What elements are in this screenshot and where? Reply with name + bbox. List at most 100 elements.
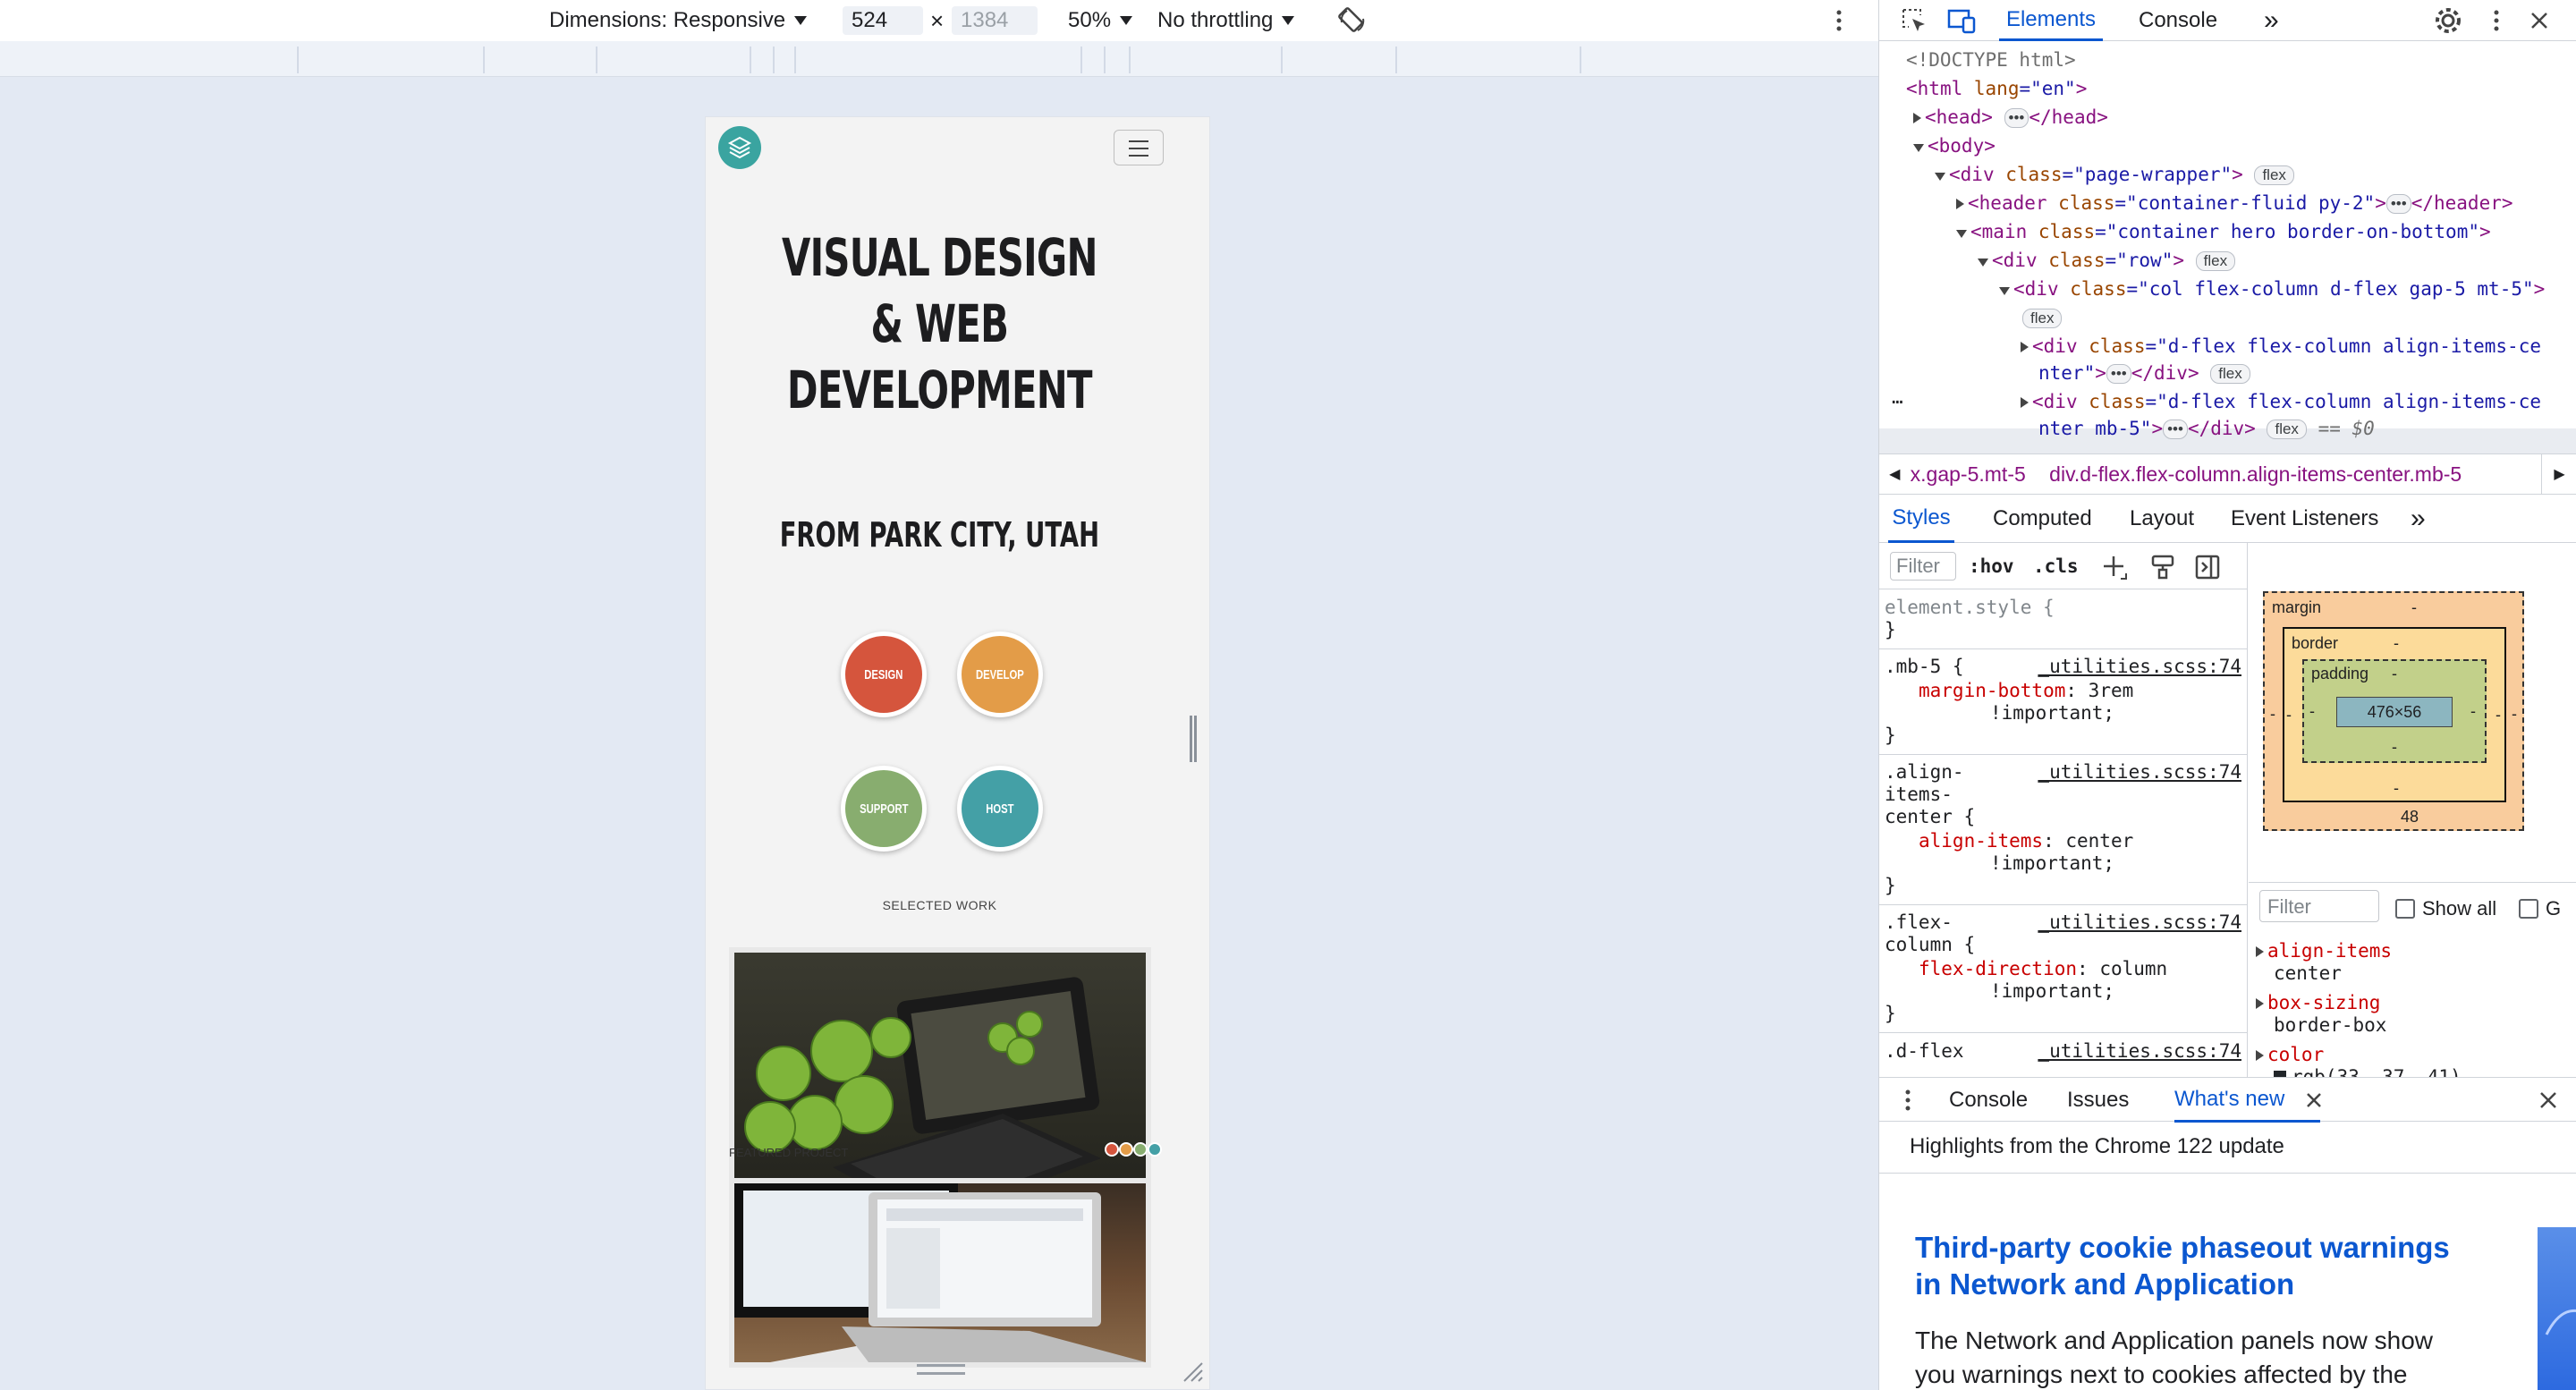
computed-prop-row[interactable]: align-items	[2256, 940, 2392, 962]
dom-node-d-flex-2-selected[interactable]: <div class="d-flex flex-column align-ite…	[2021, 388, 2541, 416]
throttling-dropdown[interactable]: No throttling	[1157, 0, 1295, 41]
tab-event-listeners[interactable]: Event Listeners	[2231, 495, 2378, 543]
close-drawer-icon[interactable]	[2538, 1078, 2559, 1123]
expand-triangle-icon[interactable]	[2021, 342, 2029, 352]
device-viewport[interactable]: VISUAL DESIGN & WEB DEVELOPMENT FROM PAR…	[705, 116, 1210, 1390]
kebab-menu-icon[interactable]	[2493, 0, 2500, 41]
dimensions-dropdown[interactable]: Dimensions: Responsive	[549, 0, 808, 41]
flex-column-selector-line-1[interactable]: .flex-	[1885, 911, 1953, 934]
dom-node-d-flex-1[interactable]: <div class="d-flex flex-column align-ite…	[2021, 333, 2541, 360]
whats-new-thumbnail[interactable]	[2538, 1227, 2576, 1390]
breadcrumb-left-arrow-icon[interactable]: ◀	[1879, 465, 1911, 483]
dom-node-body[interactable]: <body>	[1913, 132, 1996, 160]
align-items-selector-line-1[interactable]: .align-	[1885, 761, 1964, 784]
ellipsis-badge-icon[interactable]: •••	[2385, 194, 2411, 214]
new-rule-plus-icon[interactable]	[2101, 554, 2128, 581]
breadcrumb-item[interactable]: x.gap-5.mt-5	[1911, 462, 2026, 486]
dom-node-col[interactable]: <div class="col flex-column d-flex gap-5…	[1999, 275, 2545, 303]
settings-gear-icon[interactable]	[2434, 0, 2462, 41]
close-devtools-icon[interactable]	[2529, 0, 2550, 41]
expand-triangle-icon[interactable]	[1956, 199, 1964, 209]
more-tabs-chevron-icon[interactable]: »	[2264, 0, 2279, 41]
dom-node-main[interactable]: <main class="container hero border-on-bo…	[1956, 218, 2491, 246]
tab-computed[interactable]: Computed	[1993, 495, 2092, 543]
breadcrumb-right-arrow-icon[interactable]: ▶	[2541, 454, 2576, 494]
hamburger-menu-button[interactable]	[1114, 130, 1164, 165]
flex-badge[interactable]: flex	[2210, 364, 2250, 384]
toggle-sidebar-icon[interactable]	[2194, 554, 2221, 581]
support-service-circle[interactable]: SUPPORT	[841, 766, 927, 852]
inspect-element-icon[interactable]	[1901, 0, 1928, 41]
dom-node-html[interactable]: <html lang="en">	[1906, 75, 2087, 103]
collapse-triangle-icon[interactable]	[1978, 259, 1988, 267]
dom-node-header[interactable]: <header class="container-fluid py-2"> •••…	[1956, 190, 2513, 217]
viewport-bottom-resize-grip[interactable]	[917, 1364, 965, 1375]
styles-filter-input[interactable]: Filter	[1890, 552, 1956, 581]
expand-triangle-icon[interactable]	[2021, 397, 2029, 408]
mb5-selector[interactable]: .mb-5 {	[1885, 656, 1964, 678]
flex-column-source-link[interactable]: _utilities.scss:74	[2038, 911, 2241, 934]
dom-node-d-flex-1-cont[interactable]: nter"> ••• </div> flex	[2038, 360, 2250, 387]
computed-prop-row[interactable]: color	[2256, 1044, 2324, 1066]
mb5-source-link[interactable]: _utilities.scss:74	[2038, 656, 2241, 678]
site-logo[interactable]	[718, 126, 761, 169]
device-toolbar-icon[interactable]	[1947, 0, 1976, 41]
box-model-content[interactable]: 476×56	[2336, 697, 2453, 727]
viewport-resize-handle[interactable]	[1190, 716, 1197, 762]
flex-badge[interactable]: flex	[2254, 165, 2294, 185]
dom-tree[interactable]: <!DOCTYPE html> <html lang="en"> <head> …	[1879, 42, 2576, 453]
ellipsis-badge-icon[interactable]: •••	[2163, 420, 2188, 439]
box-model-border[interactable]: border - - - - padding - - - - 476×56	[2283, 627, 2506, 802]
tab-console[interactable]: Console	[2139, 0, 2217, 41]
drawer-menu-icon[interactable]	[1904, 1078, 1911, 1123]
more-options-icon[interactable]	[1835, 0, 1843, 41]
box-model-padding[interactable]: padding - - - - 476×56	[2302, 659, 2487, 763]
align-items-selector-line-3[interactable]: center {	[1885, 806, 1975, 828]
align-items-declaration[interactable]: align-items: center	[1919, 830, 2133, 852]
close-tab-icon[interactable]	[2305, 1078, 2323, 1123]
more-subtabs-chevron-icon[interactable]: »	[2411, 495, 2426, 543]
dom-node-d-flex-2-cont[interactable]: nter mb-5"> ••• </div> flex == $0	[2038, 415, 2375, 443]
cls-toggle[interactable]: .cls	[2033, 555, 2079, 577]
box-model-margin[interactable]: margin - 48 - - border - - - - padding -…	[2263, 591, 2524, 831]
project-card[interactable]	[729, 1178, 1151, 1368]
flex-badge[interactable]: flex	[2022, 309, 2063, 328]
computed-filter-input[interactable]: Filter	[2259, 890, 2379, 922]
width-input[interactable]: 524	[843, 6, 923, 35]
flex-badge[interactable]: flex	[2195, 251, 2236, 271]
tab-elements[interactable]: Elements	[1999, 0, 2103, 41]
tab-layout[interactable]: Layout	[2130, 495, 2194, 543]
tab-styles[interactable]: Styles	[1888, 495, 1954, 543]
color-swatch[interactable]	[2274, 1071, 2286, 1077]
dom-node-head[interactable]: <head> ••• </head>	[1913, 104, 2108, 131]
dom-row-ellipsis-icon[interactable]: ⋯	[1892, 388, 1903, 416]
d-flex-source-link[interactable]: _utilities.scss:74	[2038, 1040, 2241, 1063]
zoom-dropdown[interactable]: 50%	[1068, 0, 1133, 41]
show-all-checkbox[interactable]: Show all	[2395, 897, 2496, 920]
collapse-triangle-icon[interactable]	[1956, 230, 1967, 238]
hov-toggle[interactable]: :hov	[1969, 555, 2014, 577]
drawer-tab-issues[interactable]: Issues	[2067, 1078, 2129, 1123]
whats-new-headline-link[interactable]: Third-party cookie phaseout warnings in …	[1915, 1229, 2470, 1302]
d-flex-selector[interactable]: .d-flex	[1885, 1040, 1964, 1063]
rotate-icon[interactable]	[1336, 0, 1368, 41]
ellipsis-badge-icon[interactable]: •••	[2106, 364, 2131, 384]
media-query-ruler[interactable]	[0, 41, 1878, 77]
design-service-circle[interactable]: DESIGN	[841, 631, 927, 717]
drawer-tab-whats-new[interactable]: What's new	[2174, 1078, 2321, 1123]
breadcrumb-item-current[interactable]: div.d-flex.flex-column.align-items-cente…	[2049, 462, 2462, 486]
dom-node-row[interactable]: <div class="row"> flex	[1978, 247, 2236, 275]
flex-direction-declaration[interactable]: flex-direction: column	[1919, 958, 2167, 980]
flex-badge[interactable]: flex	[2267, 420, 2307, 439]
dom-node-page-wrapper[interactable]: <div class="page-wrapper"> flex	[1935, 161, 2294, 189]
collapse-triangle-icon[interactable]	[1999, 287, 2010, 295]
collapse-triangle-icon[interactable]	[1913, 144, 1924, 152]
height-input[interactable]: 1384	[952, 6, 1038, 35]
element-style-selector[interactable]: element.style {	[1885, 597, 2055, 619]
align-items-source-link[interactable]: _utilities.scss:74	[2038, 761, 2241, 784]
flex-column-selector-line-2[interactable]: column {	[1885, 934, 1975, 956]
mb5-declaration[interactable]: margin-bottom: 3rem	[1919, 680, 2133, 702]
align-items-selector-line-2[interactable]: items-	[1885, 784, 1953, 806]
computed-prop-row[interactable]: box-sizing	[2256, 992, 2380, 1014]
group-checkbox[interactable]: G	[2519, 897, 2561, 920]
